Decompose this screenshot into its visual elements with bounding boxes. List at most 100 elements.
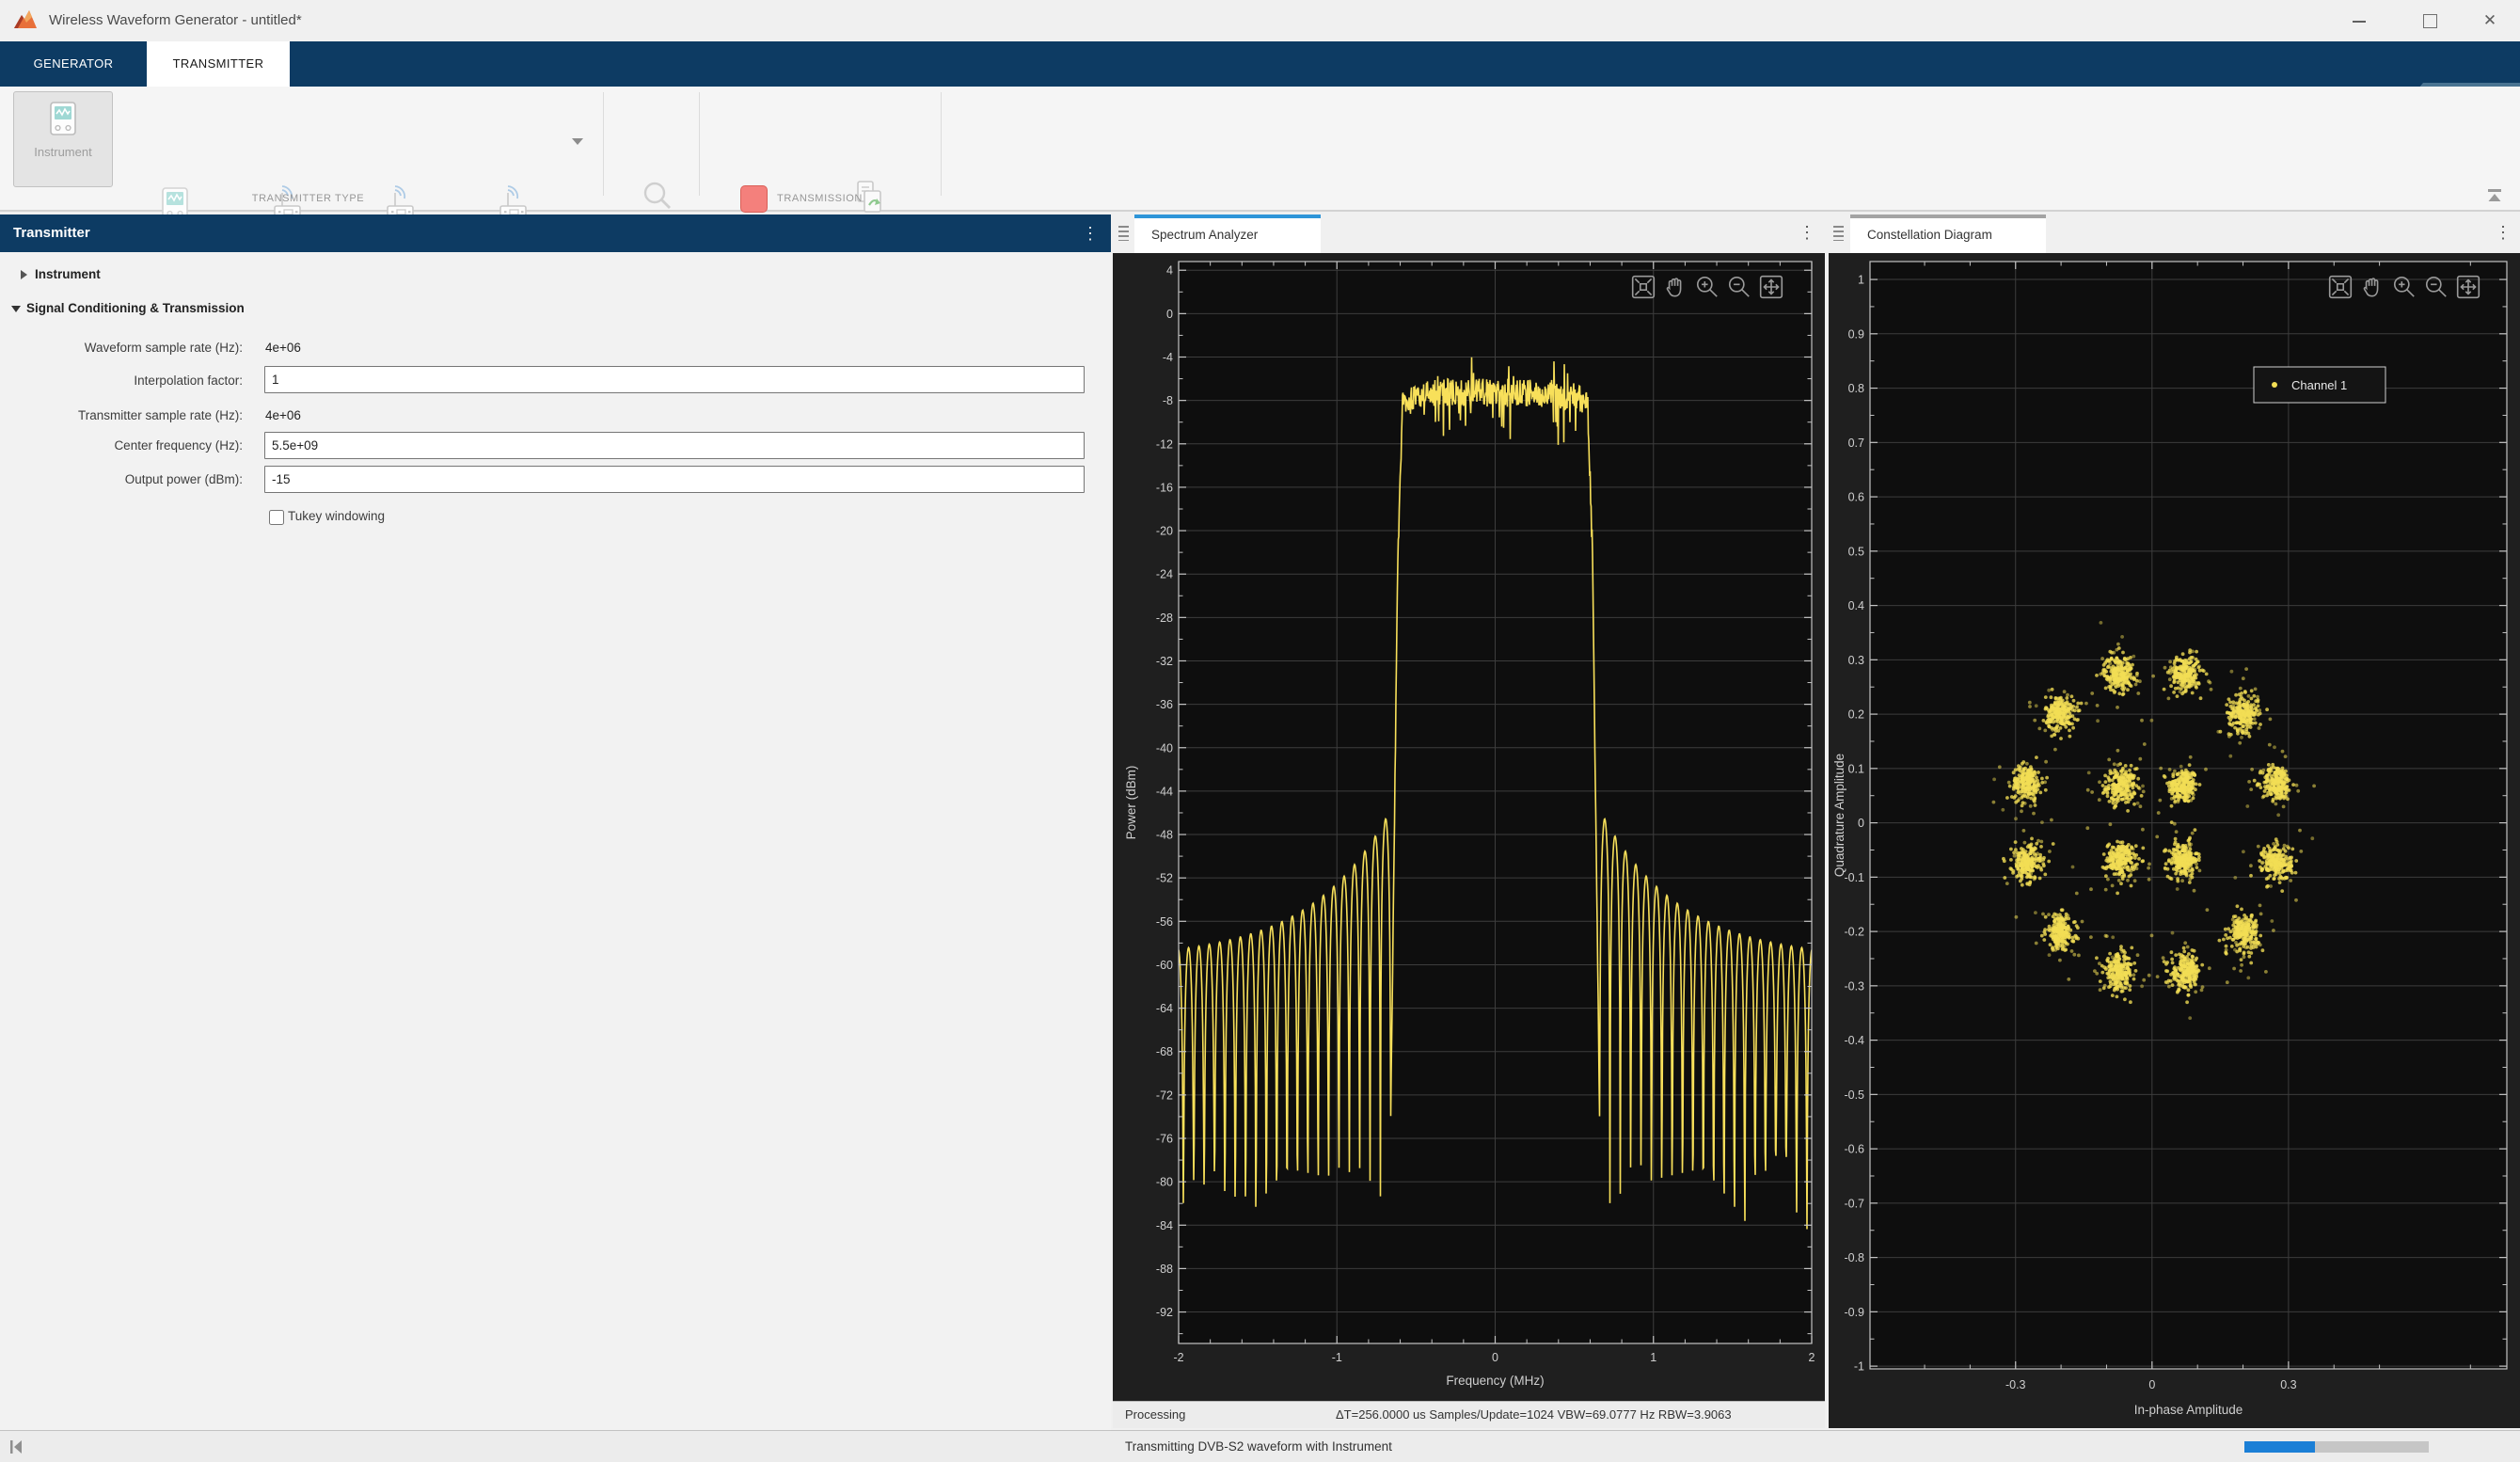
- svg-text:0.9: 0.9: [1848, 327, 1864, 341]
- spectrum-analyzer-tab-bar: Spectrum Analyzer ⋮: [1113, 212, 1825, 253]
- spectrum-plot: -2 -1 0 1 2 4 0 -4 -8 -12 -16 -20 -24 -28 -32 -36 -40 -44…: [1124, 261, 1815, 1388]
- svg-text:-0.5: -0.5: [1844, 1089, 1864, 1102]
- constellation-tab-label: Constellation Diagram: [1867, 228, 1992, 242]
- svg-text:1: 1: [1858, 274, 1864, 287]
- svg-text:4: 4: [1166, 264, 1173, 278]
- svg-text:-8: -8: [1163, 394, 1173, 407]
- pan-axes-icon[interactable]: [1758, 274, 1784, 300]
- svg-text:-2: -2: [1173, 1351, 1183, 1364]
- section-instrument[interactable]: Instrument: [21, 267, 303, 286]
- svg-text:0: 0: [1492, 1351, 1498, 1364]
- spectrum-analyzer-panel: -2 -1 0 1 2 4 0 -4 -8 -12 -16 -20 -24 -28 -32 -36 -40 -44…: [1113, 253, 1825, 1401]
- svg-text:-1: -1: [1854, 1360, 1864, 1374]
- collapse-panel-icon[interactable]: [9, 1438, 24, 1455]
- svg-text:0: 0: [2148, 1378, 2155, 1391]
- transmitter-type-instrument-button[interactable]: Instrument: [13, 91, 113, 187]
- tukey-windowing-checkbox[interactable]: [269, 510, 284, 525]
- svg-text:-0.1: -0.1: [1844, 871, 1864, 884]
- close-button[interactable]: ✕: [2460, 0, 2520, 41]
- svg-text:-24: -24: [1156, 568, 1173, 581]
- transmission-section-label: TRANSMISSION: [777, 193, 863, 204]
- constellation-panel-menu-icon[interactable]: ⋮: [2495, 223, 2512, 242]
- svg-text:-28: -28: [1156, 612, 1173, 625]
- svg-text:-0.3: -0.3: [2005, 1378, 2026, 1391]
- instrument-icon: [50, 102, 76, 135]
- interpolation-factor-input[interactable]: [264, 366, 1085, 393]
- fit-to-view-icon[interactable]: [1630, 274, 1656, 300]
- pan-hand-icon[interactable]: [2359, 274, 2385, 300]
- waveform-sample-rate-value: 4e+06: [265, 341, 301, 355]
- maximize-button[interactable]: [2400, 0, 2460, 41]
- svg-text:2: 2: [1809, 1351, 1815, 1364]
- svg-text:0: 0: [1858, 817, 1864, 830]
- progress-bar-fill: [2244, 1441, 2315, 1453]
- svg-text:-0.7: -0.7: [1844, 1197, 1864, 1210]
- constellation-plot: -0.3 0 0.3 1 0.9 0.8 0.7 0.6 0.5 0.4 0.3 0.2 0.1 0 -0.…: [1832, 261, 2508, 1417]
- svg-text:-44: -44: [1156, 785, 1173, 798]
- svg-text:-1: -1: [1332, 1351, 1342, 1364]
- pan-axes-icon[interactable]: [2455, 274, 2481, 300]
- pan-hand-icon[interactable]: [1662, 274, 1688, 300]
- svg-text:0.4: 0.4: [1848, 599, 1864, 612]
- spectrum-panel-menu-icon[interactable]: ⋮: [1799, 223, 1815, 242]
- svg-text:-36: -36: [1156, 698, 1173, 711]
- minimize-icon: [2353, 21, 2366, 23]
- svg-text:-40: -40: [1156, 741, 1173, 755]
- svg-text:-88: -88: [1156, 1263, 1173, 1276]
- constellation-plot-toolbar: [2327, 274, 2481, 300]
- svg-text:In-phase Amplitude: In-phase Amplitude: [2134, 1403, 2243, 1417]
- tab-generator[interactable]: GENERATOR: [21, 41, 126, 87]
- drag-handle-icon[interactable]: [1118, 226, 1129, 241]
- tukey-windowing-label: Tukey windowing: [288, 509, 386, 523]
- svg-text:-0.9: -0.9: [1844, 1306, 1864, 1319]
- output-power-input[interactable]: [264, 466, 1085, 493]
- spectrum-status-bar: Processing ΔT=256.0000 us Samples/Update…: [1113, 1401, 1825, 1428]
- center-frequency-label: Center frequency (Hz):: [114, 438, 243, 453]
- transmitter-panel-header: Transmitter ⋮: [0, 215, 1111, 252]
- progress-bar: [2244, 1441, 2429, 1453]
- svg-text:-0.3: -0.3: [1844, 979, 1864, 993]
- zoom-in-icon[interactable]: [1694, 274, 1720, 300]
- collapse-ribbon-icon[interactable]: [2487, 188, 2502, 203]
- panel-menu-icon[interactable]: ⋮: [1082, 224, 1099, 243]
- center-frequency-input[interactable]: [264, 432, 1085, 459]
- spectrum-analyzer-tab-label: Spectrum Analyzer: [1151, 228, 1259, 242]
- transmitter-sample-rate-value: 4e+06: [265, 408, 301, 422]
- tab-spectrum-analyzer[interactable]: Spectrum Analyzer: [1134, 215, 1321, 253]
- svg-text:0.3: 0.3: [2280, 1378, 2296, 1391]
- zoom-in-icon[interactable]: [2391, 274, 2417, 300]
- wireless-waveform-generator-window: Wireless Waveform Generator - untitled* …: [0, 0, 2520, 1462]
- status-message: Transmitting DVB-S2 waveform with Instru…: [1125, 1439, 1392, 1454]
- fit-to-view-icon[interactable]: [2327, 274, 2354, 300]
- zoom-out-icon[interactable]: [1726, 274, 1752, 300]
- waveform-sample-rate-label: Waveform sample rate (Hz):: [84, 341, 243, 355]
- collapse-icon: [11, 306, 21, 312]
- transmitter-type-gallery-dropdown-icon[interactable]: [572, 138, 583, 145]
- app-status-bar: Transmitting DVB-S2 waveform with Instru…: [0, 1430, 2520, 1462]
- tab-constellation-diagram[interactable]: Constellation Diagram: [1850, 215, 2046, 253]
- svg-text:1: 1: [1650, 1351, 1656, 1364]
- tab-transmitter[interactable]: TRANSMITTER: [147, 41, 290, 87]
- svg-text:0.1: 0.1: [1848, 762, 1864, 775]
- zoom-out-icon[interactable]: [2423, 274, 2449, 300]
- svg-text:Channel 1: Channel 1: [2291, 378, 2347, 392]
- svg-text:0.3: 0.3: [1848, 654, 1864, 667]
- svg-text:0.6: 0.6: [1848, 491, 1864, 504]
- transmitter-type-section-label: TRANSMITTER TYPE: [251, 193, 365, 204]
- section-instrument-label: Instrument: [35, 267, 101, 281]
- svg-text:-12: -12: [1156, 437, 1173, 451]
- section-signal-conditioning[interactable]: Signal Conditioning & Transmission: [11, 301, 406, 320]
- minimize-button[interactable]: [2329, 0, 2389, 41]
- svg-text:-80: -80: [1156, 1176, 1173, 1189]
- spectrum-status-measurements: ΔT=256.0000 us Samples/Update=1024 VBW=6…: [1336, 1407, 1732, 1422]
- drag-handle-icon[interactable]: [1833, 226, 1844, 241]
- svg-text:-4: -4: [1163, 351, 1173, 364]
- svg-text:-20: -20: [1156, 525, 1173, 538]
- svg-text:Quadrature Amplitude: Quadrature Amplitude: [1832, 754, 1846, 877]
- svg-text:-0.6: -0.6: [1844, 1143, 1864, 1156]
- svg-text:-48: -48: [1156, 829, 1173, 842]
- title-bar: Wireless Waveform Generator - untitled* …: [0, 0, 2520, 41]
- svg-text:-68: -68: [1156, 1045, 1173, 1058]
- constellation-tab-bar: Constellation Diagram ⋮: [1829, 212, 2520, 253]
- svg-text:-76: -76: [1156, 1132, 1173, 1145]
